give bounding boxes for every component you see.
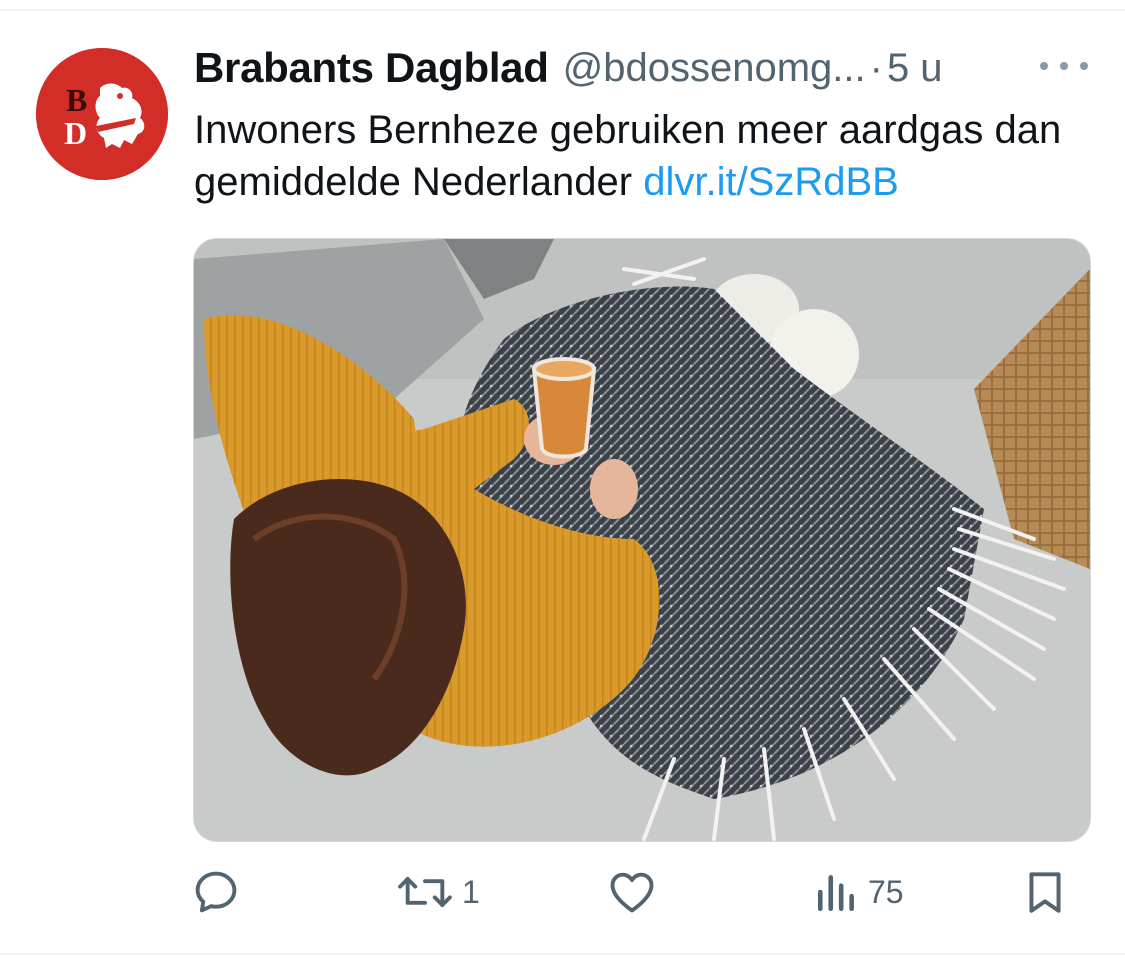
tweet-media-image[interactable] xyxy=(193,238,1091,842)
views-icon xyxy=(817,875,854,912)
like-button[interactable] xyxy=(606,866,666,918)
svg-text:D: D xyxy=(64,115,87,151)
woman-on-sofa-photo xyxy=(194,239,1090,841)
reply-button[interactable] xyxy=(190,866,250,918)
retweet-count: 1 xyxy=(462,873,480,910)
tweet-header: Brabants Dagblad @bdossenomg... · 5 u xyxy=(194,38,1094,98)
heart-icon xyxy=(610,872,654,913)
tweet-link[interactable]: dlvr.it/SzRdBB xyxy=(643,160,899,204)
top-divider xyxy=(0,9,1125,11)
bookmark-icon xyxy=(1029,872,1061,913)
tweet-text: Inwoners Bernheze gebruiken meer aardgas… xyxy=(194,104,1094,208)
views-count: 75 xyxy=(868,873,904,910)
retweet-icon xyxy=(398,877,452,907)
svg-text:B: B xyxy=(66,82,87,118)
reply-icon xyxy=(195,871,237,913)
user-handle[interactable]: @bdossenomg... xyxy=(563,46,866,91)
separator-dot: · xyxy=(869,45,883,90)
bookmark-button[interactable] xyxy=(1020,866,1078,918)
bd-lion-logo-icon: B D xyxy=(36,48,168,180)
tweet-body: Inwoners Bernheze gebruiken meer aardgas… xyxy=(194,108,1062,204)
bottom-divider xyxy=(0,953,1125,955)
timestamp[interactable]: 5 u xyxy=(887,46,943,91)
avatar[interactable]: B D xyxy=(36,48,168,180)
display-name[interactable]: Brabants Dagblad xyxy=(194,44,549,92)
more-options-icon[interactable] xyxy=(1040,50,1088,82)
retweet-button[interactable]: 1 xyxy=(396,866,480,918)
views-button[interactable]: 75 xyxy=(814,866,904,918)
